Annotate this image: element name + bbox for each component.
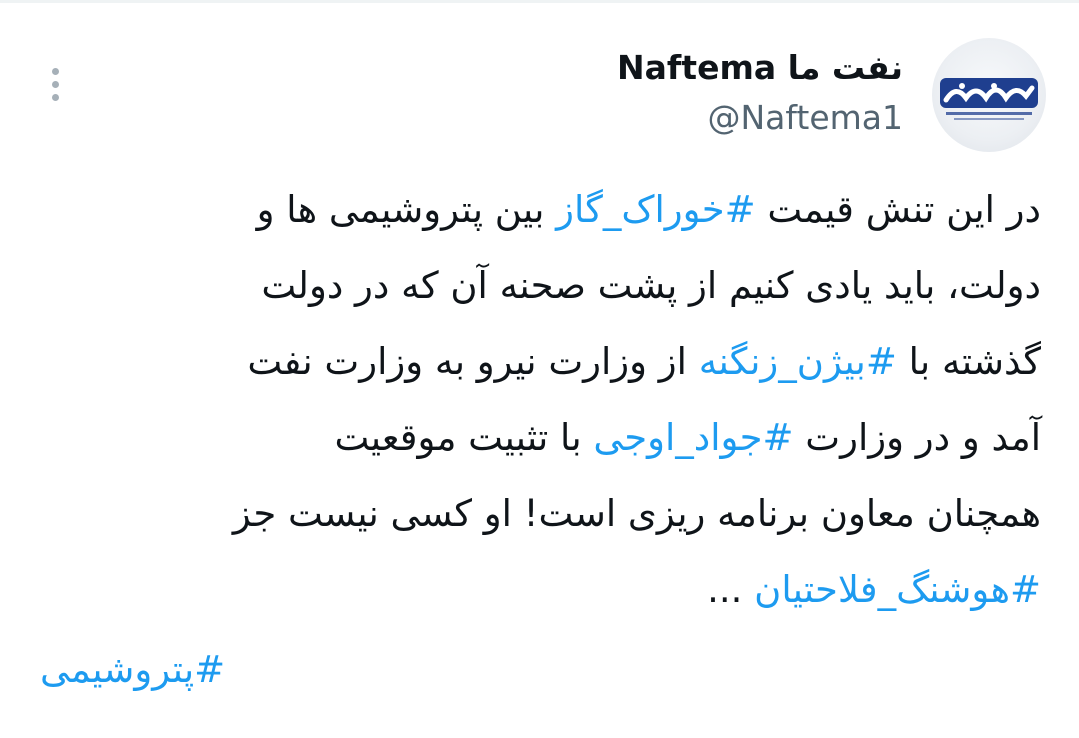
tweet-text-segment: از وزارت نیرو به وزارت نفت (247, 340, 699, 383)
hashtag-link[interactable]: #هوشنگ_فلاحتیان (754, 568, 1041, 611)
tweet-header: نفت ما Naftema @Naftema1 (617, 42, 903, 142)
tweet-line: در این تنش قیمت #خوراک_گاز بین پتروشیمی … (81, 172, 1041, 248)
naftema-logo-icon (940, 78, 1038, 120)
tweet-text-segment: با تثبیت موقعیت (334, 416, 594, 459)
hashtag-link[interactable]: #بیژن_زنگنه (699, 340, 897, 383)
tweet-text-segment: ... (707, 568, 755, 611)
tweet-text-segment: گذشته با (896, 340, 1041, 383)
tweet-line: همچنان معاون برنامه ریزی است! او کسی نیس… (81, 476, 1041, 552)
more-options-button[interactable] (40, 64, 70, 104)
more-dot (51, 80, 59, 88)
hashtag-link[interactable]: #جواد_اوجی (593, 416, 793, 459)
tweet-text-segment: آمد و در وزارت (793, 416, 1041, 459)
tweet-line: آمد و در وزارت #جواد_اوجی با تثبیت موقعی… (81, 400, 1041, 476)
tweet-text-segment: دولت، باید یادی کنیم از پشت صحنه آن که د… (261, 264, 1041, 307)
tweet-text-segment: بین پتروشیمی ها و (256, 188, 557, 231)
author-handle[interactable]: @Naftema1 (617, 94, 903, 142)
tweet-text-segment: همچنان معاون برنامه ریزی است! او کسی نیس… (232, 492, 1041, 535)
tweet-text: در این تنش قیمت #خوراک_گاز بین پتروشیمی … (81, 172, 1041, 628)
tweet-line: #هوشنگ_فلاحتیان ... (81, 552, 1041, 628)
tweet-line: گذشته با #بیژن_زنگنه از وزارت نیرو به وز… (81, 324, 1041, 400)
author-display-name[interactable]: نفت ما Naftema (617, 42, 903, 94)
avatar[interactable] (932, 38, 1046, 152)
tweet-line: دولت، باید یادی کنیم از پشت صحنه آن که د… (81, 248, 1041, 324)
top-divider (0, 0, 1079, 3)
more-vertical-icon (51, 67, 59, 75)
hashtag-link[interactable]: #خوراک_گاز (556, 188, 756, 231)
tweet-text-segment: در این تنش قیمت (755, 188, 1041, 231)
tweet-tags: #پتروشیمی (40, 632, 225, 708)
more-dot (51, 93, 59, 101)
hashtag-link[interactable]: #پتروشیمی (40, 648, 225, 691)
